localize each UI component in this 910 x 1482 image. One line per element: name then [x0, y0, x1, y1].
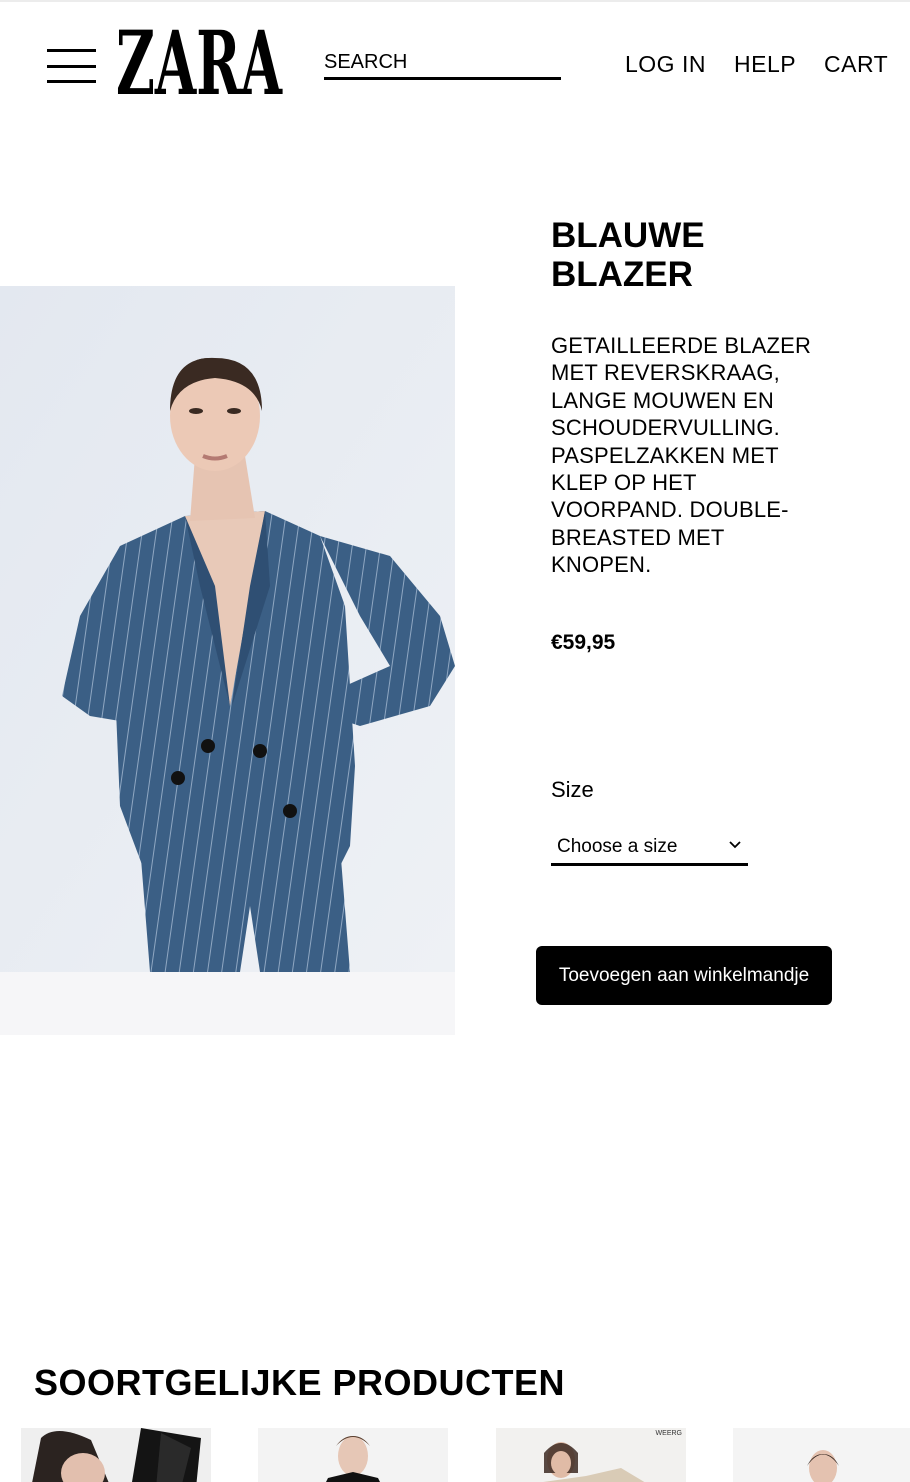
model-black-jacket-thumbnail-icon	[21, 1428, 211, 1482]
similar-product-thumbnail[interactable]	[258, 1428, 448, 1482]
product-image-container	[0, 286, 455, 1035]
similar-product-thumbnail[interactable]: WEERG	[496, 1428, 686, 1482]
top-divider	[0, 0, 910, 2]
product-price: €59,95	[551, 631, 616, 654]
cart-link[interactable]: CART	[824, 50, 888, 78]
product-page: ZARA LOG IN HELP CART	[0, 0, 910, 1482]
product-photo[interactable]	[0, 286, 455, 972]
model-dark-blazer-thumbnail-icon	[258, 1428, 448, 1482]
size-dropdown-value: Choose a size	[557, 836, 678, 857]
search-bar[interactable]	[324, 49, 561, 80]
product-description: GETAILLEERDE BLAZER MET REVERSKRAAG, LAN…	[551, 333, 812, 578]
zara-logo[interactable]: ZARA	[116, 11, 284, 115]
size-label: Size	[551, 777, 594, 802]
hamburger-menu-icon[interactable]	[47, 49, 97, 85]
similar-products-heading: SOORTGELIJKE PRODUCTEN	[34, 1362, 566, 1403]
model-in-blue-pinstripe-blazer-icon	[0, 286, 455, 972]
product-title: BLAUWE BLAZER	[551, 216, 705, 294]
size-dropdown[interactable]: Choose a size	[551, 833, 748, 866]
similar-product-thumbnail[interactable]	[21, 1428, 211, 1482]
similar-product-thumbnail[interactable]	[733, 1428, 910, 1482]
add-to-cart-button[interactable]: Toevoegen aan winkelmandje	[536, 946, 832, 1005]
help-link[interactable]: HELP	[734, 50, 796, 78]
chevron-down-icon	[729, 841, 741, 849]
login-link[interactable]: LOG IN	[625, 50, 706, 78]
thumbnail-tag: WEERG	[655, 1430, 682, 1437]
search-input[interactable]	[324, 49, 554, 75]
svg-text:ZARA: ZARA	[116, 24, 283, 98]
model-thumbnail-icon	[733, 1428, 910, 1482]
